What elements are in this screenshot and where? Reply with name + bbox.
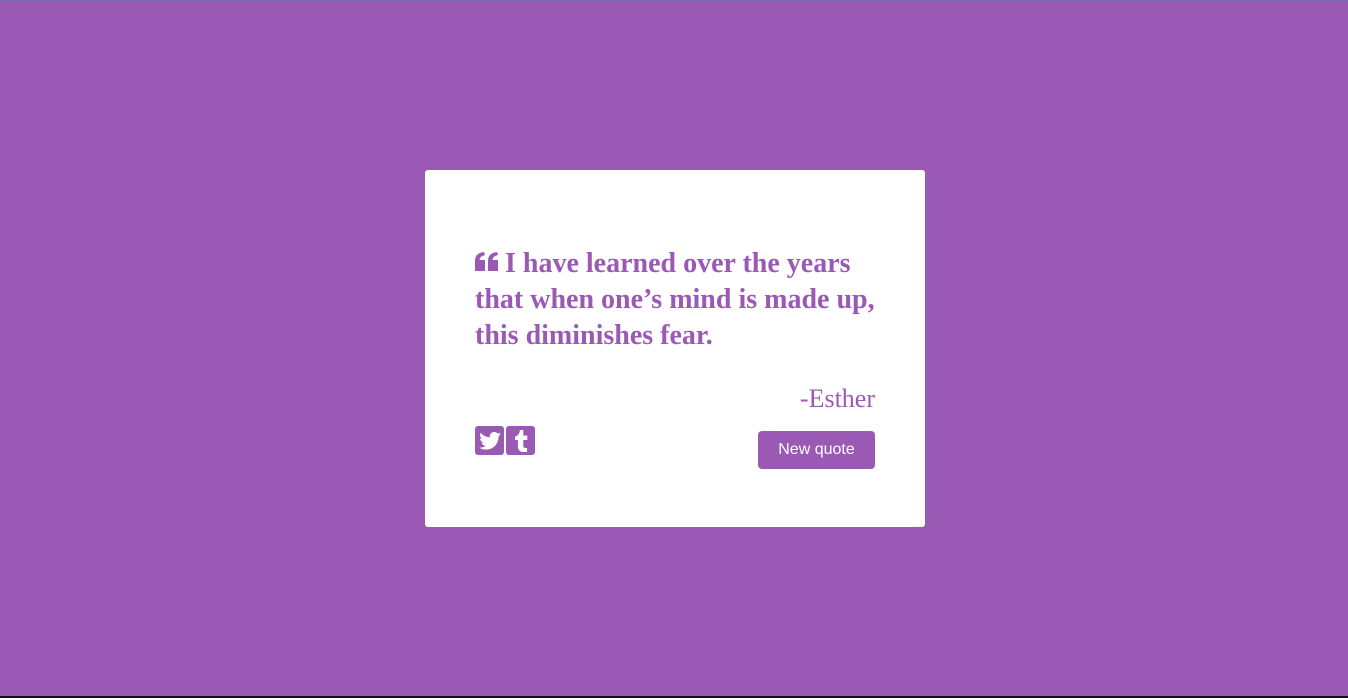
twitter-icon [478,431,501,450]
quote-author: -Esther [799,384,875,413]
tumblr-quote-button[interactable] [506,426,535,455]
quote-text-block: I have learned over the years that when … [475,246,875,354]
top-border [0,0,1348,1]
tumblr-icon [514,429,527,452]
tweet-quote-button[interactable] [475,426,504,455]
new-quote-button[interactable]: New quote [758,431,875,469]
quote-text: I have learned over the years that when … [475,248,875,351]
quote-left-icon [475,246,499,271]
quote-box: I have learned over the years that when … [425,170,925,527]
buttons-row: New quote [475,426,875,476]
